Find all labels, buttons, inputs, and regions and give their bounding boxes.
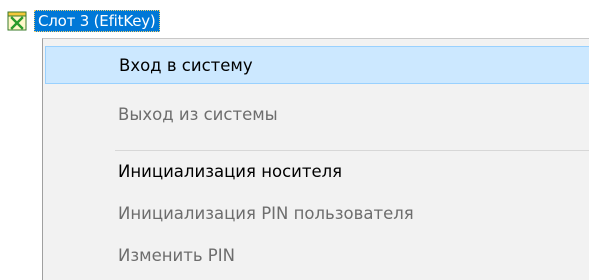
screen: Слот 3 (EfitKey) Вход в систему Выход из… <box>0 0 589 280</box>
menu-separator <box>115 150 589 151</box>
token-slot-icon <box>7 11 27 31</box>
menu-item-login[interactable]: Вход в систему <box>45 46 589 84</box>
slot-label[interactable]: Слот 3 (EfitKey) <box>34 10 160 32</box>
menu-item-init-user-pin[interactable]: Инициализация PIN пользователя <box>45 195 589 233</box>
menu-item-init-token[interactable]: Инициализация носителя <box>45 153 589 191</box>
context-menu: Вход в систему Выход из системы Инициали… <box>42 38 589 280</box>
menu-item-logout[interactable]: Выход из системы <box>45 96 589 134</box>
menu-item-change-pin[interactable]: Изменить PIN <box>45 237 589 275</box>
tree-node-slot-3[interactable]: Слот 3 (EfitKey) <box>6 8 160 34</box>
